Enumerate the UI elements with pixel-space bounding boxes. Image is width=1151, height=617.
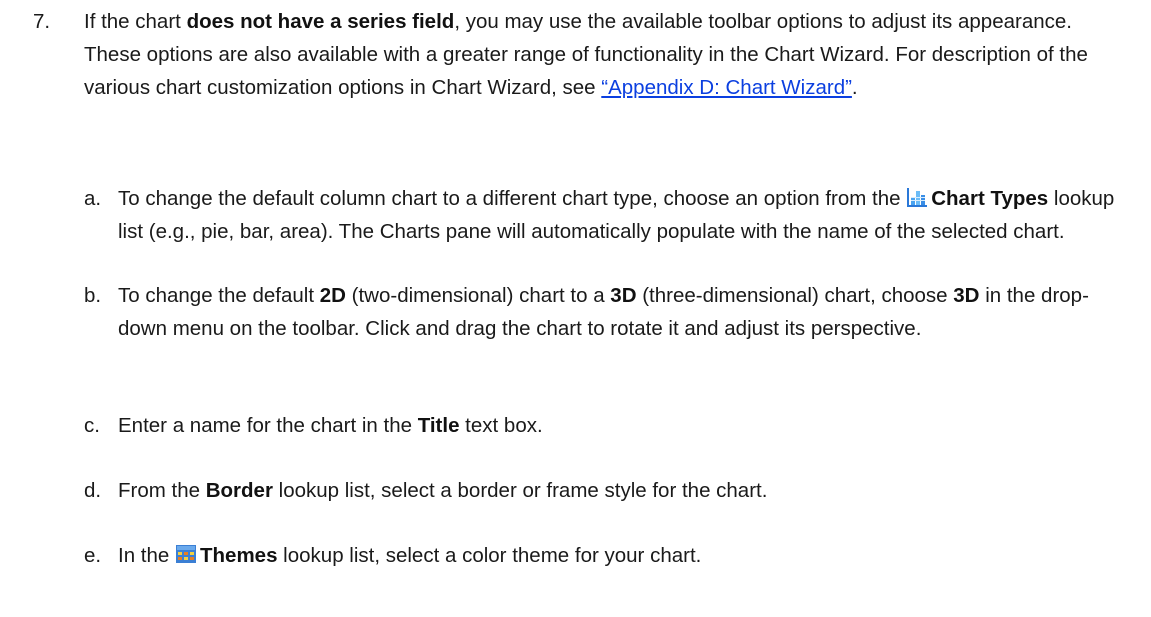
substep-b-text-2: (two-dimensional) chart to a xyxy=(345,284,611,307)
substep-a-text-1: To change the default column chart to a … xyxy=(118,187,907,210)
chart-types-label: Chart Types xyxy=(931,187,1049,210)
border-label: Border xyxy=(205,479,273,502)
title-label: Title xyxy=(417,414,460,437)
substep-e-text-2: lookup list, select a color theme for yo… xyxy=(277,544,702,567)
substep-e-text: In the Themes lookup list, select a colo… xyxy=(118,539,1128,572)
substep-letter: e. xyxy=(84,544,102,567)
substep-d-text: From the Border lookup list, select a bo… xyxy=(118,474,1128,507)
substep-d-text-2: lookup list, select a border or frame st… xyxy=(272,479,768,502)
substep-d-text-1: From the xyxy=(118,479,206,502)
substep-c-text: Enter a name for the chart in the Title … xyxy=(118,409,1128,442)
bold-3d-option: 3D xyxy=(953,284,980,307)
substep-b-text-3: (three-dimensional) chart, choose xyxy=(636,284,954,307)
bold-3d: 3D xyxy=(610,284,637,307)
step-7-text: If the chart does not have a series fiel… xyxy=(84,5,1124,104)
bold-2d: 2D xyxy=(319,284,346,307)
substep-letter: d. xyxy=(84,479,102,502)
substep-a-text: To change the default column chart to a … xyxy=(118,182,1128,248)
substep-b-text: To change the default 2D (two-dimensiona… xyxy=(118,279,1128,345)
substep-c-text-1: Enter a name for the chart in the xyxy=(118,414,418,437)
substep-b-text-1: To change the default xyxy=(118,284,320,307)
substep-letter: c. xyxy=(84,414,100,437)
step-text-1: If the chart xyxy=(84,10,187,33)
step-text-end: . xyxy=(851,76,858,99)
themes-icon xyxy=(175,543,197,565)
chart-types-icon xyxy=(906,186,928,208)
step-bold-phrase: does not have a series field xyxy=(186,10,455,33)
appendix-d-link[interactable]: “Appendix D: Chart Wizard” xyxy=(601,76,852,99)
substep-letter: b. xyxy=(84,284,102,307)
substep-c-text-2: text box. xyxy=(459,414,543,437)
themes-label: Themes xyxy=(200,544,278,567)
substep-letter: a. xyxy=(84,187,102,210)
substep-e-text-1: In the xyxy=(118,544,175,567)
step-number: 7. xyxy=(33,10,51,33)
